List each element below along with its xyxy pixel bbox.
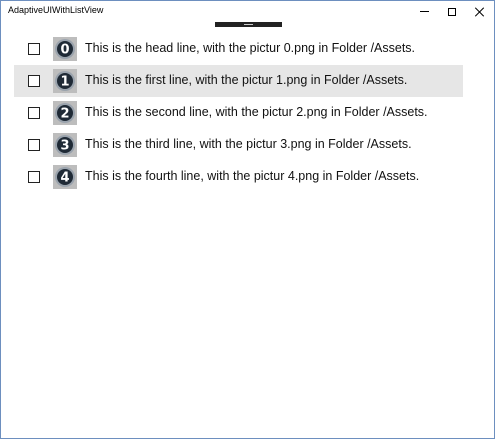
svg-text:0: 0 bbox=[60, 43, 69, 58]
item-text: This is the second line, with the pictur… bbox=[85, 105, 428, 119]
minimize-icon bbox=[419, 11, 429, 12]
item-text: This is the third line, with the pictur … bbox=[85, 137, 412, 151]
window-title: AdaptiveUIWithListView bbox=[8, 5, 104, 15]
drag-handle[interactable] bbox=[215, 22, 282, 27]
item-checkbox[interactable] bbox=[28, 139, 40, 151]
number-badge-icon: 2 bbox=[53, 101, 77, 125]
item-text: This is the head line, with the pictur 0… bbox=[85, 41, 416, 55]
number-badge-icon: 3 bbox=[53, 133, 77, 157]
list-item[interactable]: 1 This is the first line, with the pictu… bbox=[14, 65, 463, 97]
list-item[interactable]: 3 This is the third line, with the pictu… bbox=[14, 129, 463, 161]
item-checkbox[interactable] bbox=[28, 107, 40, 119]
app-window: AdaptiveUIWithListView 0 This is the hea… bbox=[0, 0, 495, 439]
maximize-button[interactable] bbox=[438, 1, 466, 22]
list-view: 0 This is the head line, with the pictur… bbox=[14, 33, 463, 193]
svg-text:1: 1 bbox=[60, 75, 69, 90]
list-item[interactable]: 0 This is the head line, with the pictur… bbox=[14, 33, 463, 65]
svg-text:3: 3 bbox=[60, 139, 69, 154]
list-item[interactable]: 4 This is the fourth line, with the pict… bbox=[14, 161, 463, 193]
svg-text:4: 4 bbox=[60, 171, 69, 186]
item-checkbox[interactable] bbox=[28, 43, 40, 55]
item-checkbox[interactable] bbox=[28, 75, 40, 87]
number-badge-icon: 4 bbox=[53, 165, 77, 189]
close-icon bbox=[475, 7, 485, 17]
number-badge-icon: 0 bbox=[53, 37, 77, 61]
close-button[interactable] bbox=[466, 1, 494, 22]
item-text: This is the fourth line, with the pictur… bbox=[85, 169, 420, 183]
item-text: This is the first line, with the pictur … bbox=[85, 73, 408, 87]
title-bar[interactable]: AdaptiveUIWithListView bbox=[1, 1, 494, 22]
svg-text:2: 2 bbox=[60, 107, 69, 122]
list-item[interactable]: 2 This is the second line, with the pict… bbox=[14, 97, 463, 129]
item-checkbox[interactable] bbox=[28, 171, 40, 183]
number-badge-icon: 1 bbox=[53, 69, 77, 93]
minimize-button[interactable] bbox=[410, 1, 438, 22]
maximize-icon bbox=[448, 7, 456, 16]
